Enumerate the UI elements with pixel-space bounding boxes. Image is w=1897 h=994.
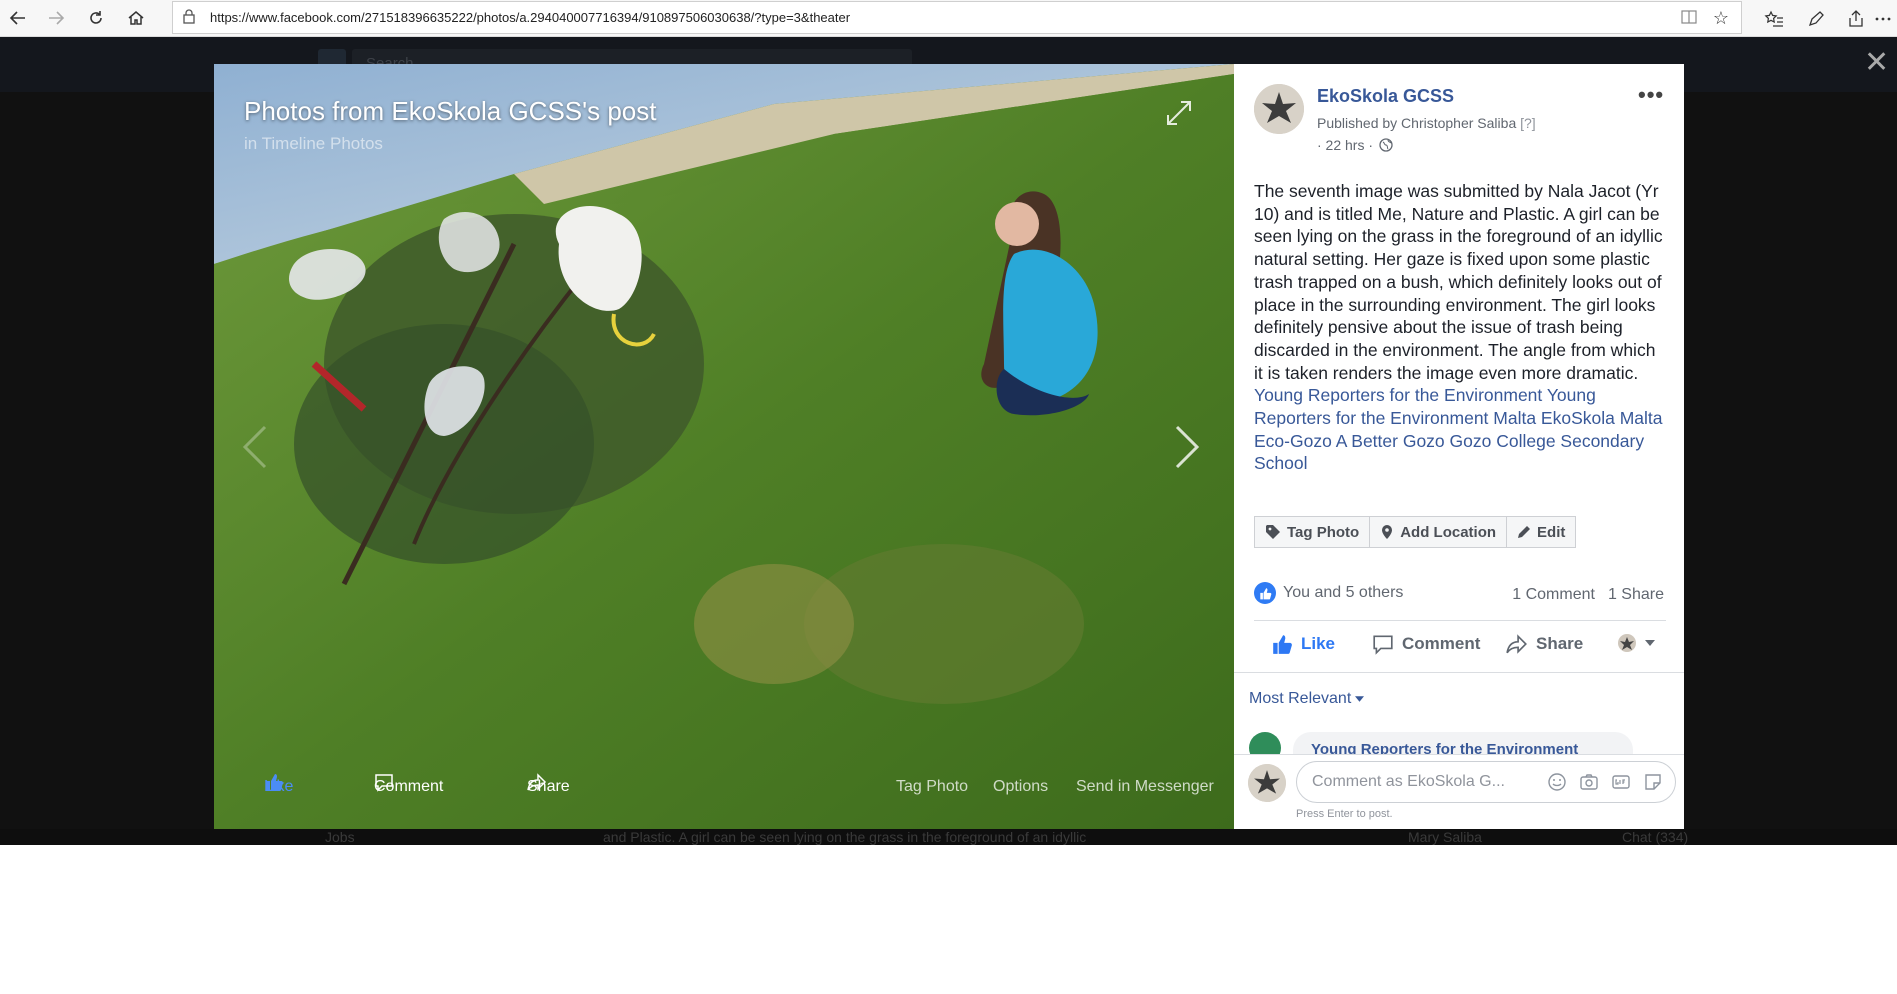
photo-options-button[interactable]: Options (993, 772, 1048, 802)
refresh-icon[interactable] (82, 4, 110, 32)
divider (1234, 754, 1684, 755)
like-label: Like (1301, 634, 1336, 653)
favorite-star-icon[interactable]: ☆ (1713, 8, 1729, 29)
thumbs-up-icon (266, 774, 283, 791)
reading-view-icon[interactable] (1681, 10, 1697, 29)
add-location-button[interactable]: Add Location (1369, 516, 1508, 548)
divider (1234, 672, 1684, 673)
send-in-messenger-button[interactable]: Send in Messenger (1076, 772, 1214, 802)
post-time-text[interactable]: · 22 hrs · (1317, 137, 1373, 153)
share-count-link[interactable]: 1 Share (1608, 586, 1664, 604)
lock-icon (183, 9, 195, 29)
comment-input-placeholder: Comment as EkoSkola G... (1312, 773, 1505, 790)
background-jobs-text: Jobs (325, 829, 355, 845)
divider (1254, 620, 1666, 621)
photo-comment-button[interactable]: Comment (374, 772, 443, 802)
chevron-down-icon (1645, 640, 1655, 646)
published-by: Published by Christopher Saliba [?] (1317, 115, 1536, 131)
post-panel: EkoSkola GCSS ••• Published by Christoph… (1234, 64, 1684, 829)
commenter-avatar[interactable] (1249, 732, 1281, 754)
photo-edit-buttons: Tag Photo Add Location Edit (1254, 516, 1577, 548)
background-user-name: Mary Saliba (1408, 829, 1482, 845)
comment-input-tools (1547, 772, 1663, 792)
edit-button[interactable]: Edit (1506, 516, 1577, 548)
back-arrow-icon[interactable] (4, 4, 32, 32)
emoji-icon[interactable] (1547, 772, 1567, 792)
photo-share-button[interactable]: Share (527, 772, 570, 802)
comment-label: Comment (1402, 634, 1481, 653)
sticker-icon[interactable] (1643, 772, 1663, 792)
reaction-summary[interactable]: You and 5 others (1254, 582, 1403, 604)
location-pin-icon (1382, 525, 1393, 539)
composer-avatar (1248, 764, 1286, 802)
post-tag-links[interactable]: Young Reporters for the Environment Youn… (1254, 385, 1663, 473)
comment-count-link[interactable]: 1 Comment (1512, 586, 1595, 604)
comment-icon (1373, 635, 1393, 655)
comment-input[interactable]: Comment as EkoSkola G... (1296, 761, 1676, 803)
gif-icon[interactable] (1611, 772, 1631, 792)
like-button[interactable]: Like (1271, 633, 1335, 655)
comment-preview: Young Reporters for the Environment (1249, 732, 1669, 754)
background-chat-label: Chat (334) (1622, 829, 1689, 845)
camera-icon[interactable] (1579, 772, 1599, 792)
more-icon[interactable] (1870, 6, 1896, 32)
page-avatar[interactable] (1254, 84, 1304, 134)
press-enter-hint: Press Enter to post. (1296, 808, 1393, 820)
photo-action-bar: Like Comment Share Tag Photo Options Sen… (214, 772, 1234, 829)
favorites-list-icon[interactable] (1761, 6, 1787, 32)
share-arrow-icon (527, 773, 547, 791)
browser-toolbar: https://www.facebook.com/271518396635222… (0, 0, 1897, 37)
background-post-text: and Plastic. A girl can be seen lying on… (603, 829, 1087, 845)
published-by-text: Published by Christopher Saliba (1317, 115, 1517, 131)
post-timestamp: · 22 hrs · (1317, 137, 1393, 153)
caret-down-icon (1355, 696, 1365, 702)
comment-sort-dropdown[interactable]: Most Relevant (1249, 690, 1365, 708)
comment-sort-label: Most Relevant (1249, 690, 1352, 707)
share-button[interactable]: Share (1506, 633, 1583, 655)
post-body-text: The seventh image was submitted by Nala … (1254, 181, 1663, 383)
thumbs-up-icon (1273, 635, 1292, 654)
photo-tag-button[interactable]: Tag Photo (896, 772, 968, 802)
home-icon[interactable] (122, 4, 150, 32)
address-bar[interactable]: https://www.facebook.com/271518396635222… (172, 1, 1742, 34)
tag-photo-label: Tag Photo (1287, 523, 1360, 541)
edit-label: Edit (1537, 523, 1566, 541)
post-as-selector[interactable] (1617, 633, 1655, 653)
photo-album-link[interactable]: in Timeline Photos (244, 134, 383, 154)
photo-like-button[interactable]: Like (264, 772, 293, 802)
comment-icon (375, 774, 393, 792)
tag-photo-button[interactable]: Tag Photo (1254, 516, 1371, 548)
like-reaction-icon (1254, 582, 1276, 604)
post-body: The seventh image was submitted by Nala … (1254, 180, 1666, 475)
post-options-icon[interactable]: ••• (1638, 82, 1664, 108)
pencil-icon (1518, 526, 1531, 538)
share-arrow-icon (1506, 634, 1527, 654)
background-page-strip: Jobs and Plastic. A girl can be seen lyi… (0, 829, 1897, 845)
engagement-counts: 1 Comment 1 Share (1512, 586, 1664, 604)
pen-icon[interactable] (1803, 6, 1829, 32)
photo-title: Photos from EkoSkola GCSS's post (244, 96, 657, 126)
forward-arrow-icon[interactable] (42, 4, 70, 32)
photo-image (214, 64, 1234, 829)
tag-icon (1266, 525, 1280, 539)
share-icon[interactable] (1843, 6, 1869, 32)
globe-icon (1379, 138, 1393, 152)
add-location-label: Add Location (1400, 523, 1497, 541)
page-mini-avatar (1618, 634, 1636, 652)
photo-viewer[interactable]: Photos from EkoSkola GCSS's post in Time… (214, 64, 1234, 829)
help-marker[interactable]: [?] (1520, 115, 1536, 131)
commenter-name[interactable]: Young Reporters for the Environment (1311, 741, 1578, 754)
comment-button[interactable]: Comment (1372, 633, 1480, 655)
share-label: Share (1536, 634, 1584, 653)
url-text: https://www.facebook.com/271518396635222… (210, 10, 851, 25)
close-icon[interactable]: ✕ (1864, 48, 1889, 78)
page-name-link[interactable]: EkoSkola GCSS (1317, 86, 1454, 107)
reaction-text: You and 5 others (1283, 584, 1404, 601)
